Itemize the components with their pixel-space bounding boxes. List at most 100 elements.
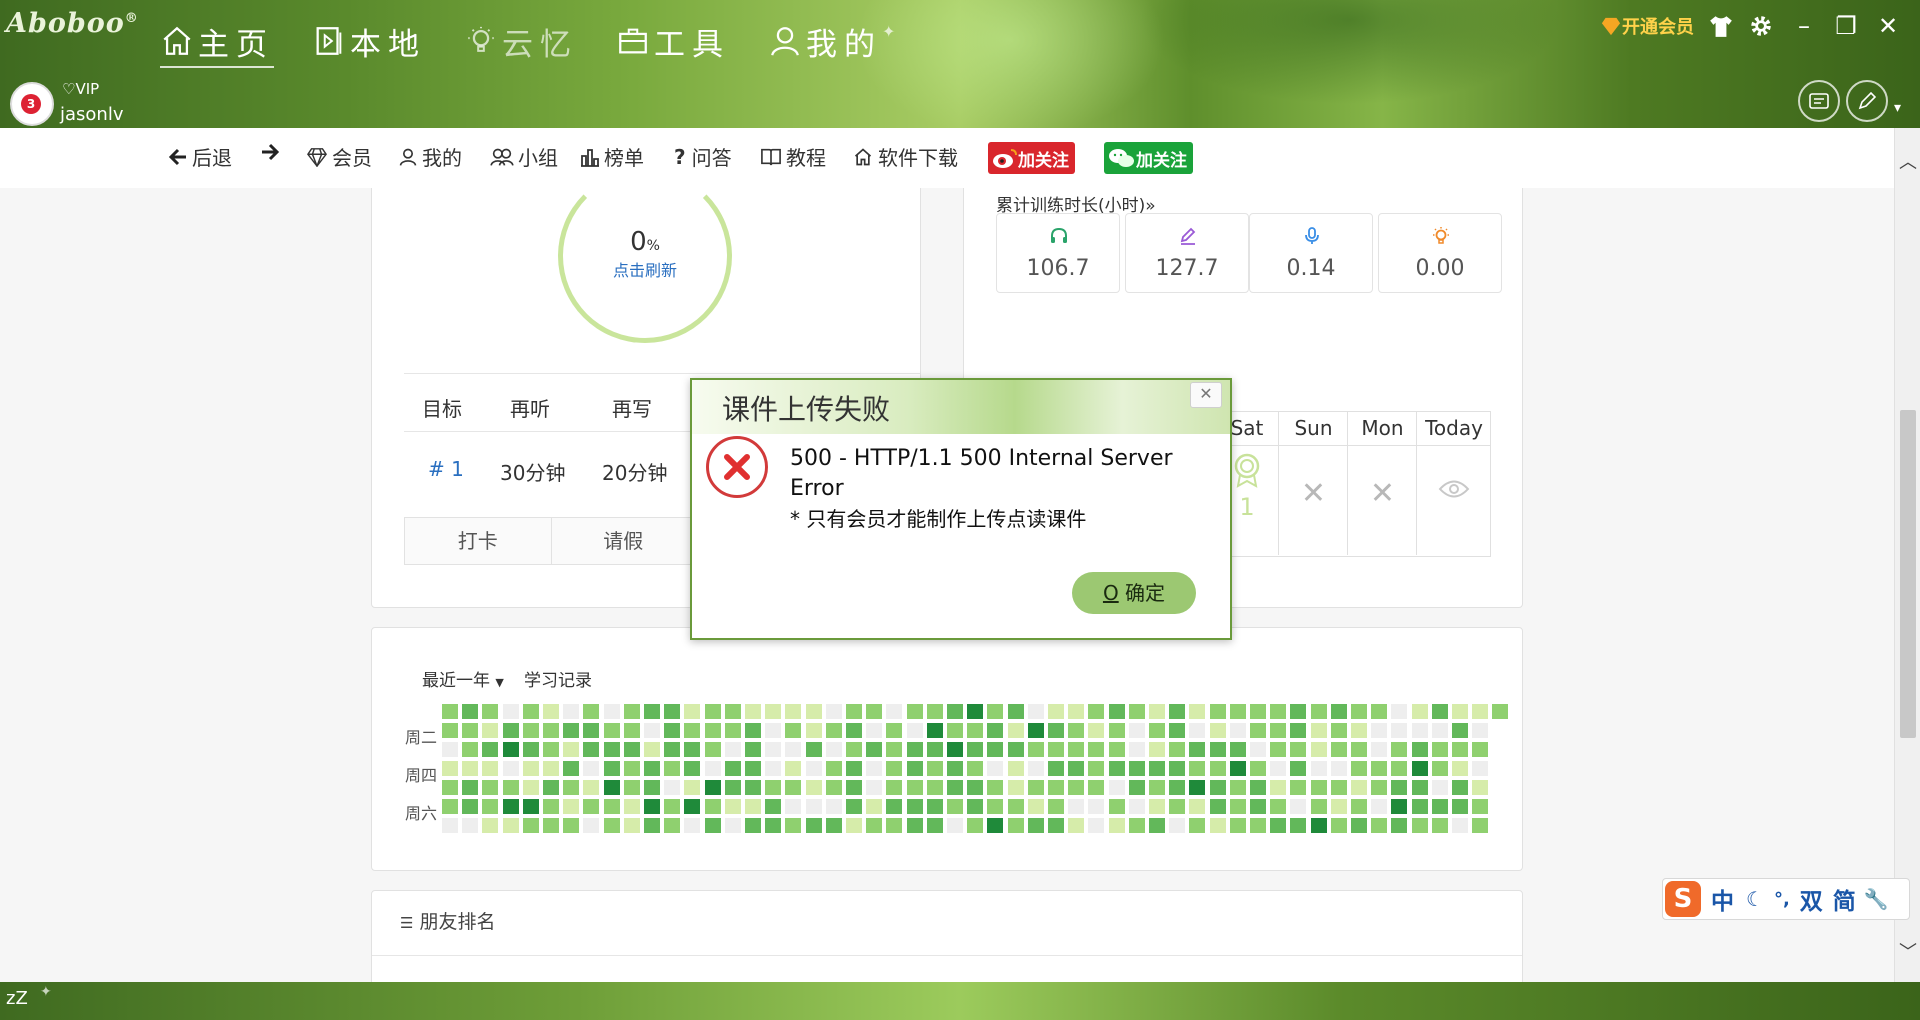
heatmap-cell[interactable] bbox=[1108, 780, 1125, 795]
heatmap-cell[interactable] bbox=[987, 818, 1004, 833]
heatmap-cell[interactable] bbox=[644, 818, 660, 833]
heatmap-cell[interactable] bbox=[805, 704, 822, 719]
heatmap-cell[interactable] bbox=[947, 799, 963, 814]
heatmap-cell[interactable] bbox=[644, 780, 660, 795]
avatar[interactable]: 3 bbox=[10, 82, 54, 126]
heatmap-cell[interactable] bbox=[462, 723, 479, 738]
wrench-icon[interactable]: 🔧 bbox=[1864, 887, 1889, 911]
heatmap-cell[interactable] bbox=[522, 723, 539, 738]
heatmap-cell[interactable] bbox=[704, 818, 721, 833]
heatmap-cell[interactable] bbox=[1250, 799, 1266, 814]
heatmap-cell[interactable] bbox=[1472, 799, 1489, 814]
heatmap-cell[interactable] bbox=[442, 704, 458, 719]
heatmap-cell[interactable] bbox=[947, 818, 963, 833]
heatmap-cell[interactable] bbox=[1310, 742, 1327, 757]
heatmap-cell[interactable] bbox=[846, 761, 862, 776]
heatmap-cell[interactable] bbox=[1229, 799, 1246, 814]
heatmap-cell[interactable] bbox=[1169, 818, 1186, 833]
punctuation-icon[interactable]: °, bbox=[1774, 889, 1790, 910]
heatmap-cell[interactable] bbox=[1492, 704, 1509, 719]
heatmap-cell[interactable] bbox=[1330, 799, 1347, 814]
heatmap-cell[interactable] bbox=[745, 799, 761, 814]
heatmap-cell[interactable] bbox=[947, 704, 963, 719]
heatmap-cell[interactable] bbox=[583, 704, 600, 719]
heatmap-cell[interactable] bbox=[522, 799, 539, 814]
heatmap-cell[interactable] bbox=[1290, 799, 1307, 814]
weibo-follow-button[interactable]: 加关注 bbox=[988, 142, 1075, 174]
heatmap-cell[interactable] bbox=[1027, 742, 1044, 757]
wechat-follow-button[interactable]: 加关注 bbox=[1104, 142, 1193, 174]
heatmap-cell[interactable] bbox=[765, 818, 782, 833]
heatmap-cell[interactable] bbox=[886, 780, 903, 795]
heatmap-cell[interactable] bbox=[765, 780, 782, 795]
heatmap-cell[interactable] bbox=[1452, 742, 1468, 757]
heatmap-cell[interactable] bbox=[1431, 761, 1448, 776]
heatmap-cell[interactable] bbox=[1209, 818, 1226, 833]
heatmap-cell[interactable] bbox=[462, 818, 479, 833]
dictionary-icon[interactable] bbox=[1798, 80, 1840, 122]
heatmap-cell[interactable] bbox=[765, 761, 782, 776]
heatmap-cell[interactable] bbox=[886, 723, 903, 738]
heatmap-cell[interactable] bbox=[846, 780, 862, 795]
heatmap-cell[interactable] bbox=[644, 704, 660, 719]
heatmap-cell[interactable] bbox=[1007, 761, 1024, 776]
ime-mode-chinese[interactable]: 中 bbox=[1711, 882, 1734, 916]
heatmap-cell[interactable] bbox=[1250, 818, 1266, 833]
heatmap-cell[interactable] bbox=[684, 704, 701, 719]
heatmap-cell[interactable] bbox=[1472, 761, 1489, 776]
heatmap-cell[interactable] bbox=[563, 799, 580, 814]
heatmap-cell[interactable] bbox=[603, 704, 620, 719]
heatmap-cell[interactable] bbox=[846, 704, 862, 719]
heatmap-cell[interactable] bbox=[1351, 780, 1367, 795]
heatmap-cell[interactable] bbox=[543, 780, 559, 795]
heatmap-cell[interactable] bbox=[1068, 818, 1085, 833]
heatmap-cell[interactable] bbox=[583, 742, 600, 757]
heatmap-cell[interactable] bbox=[825, 799, 842, 814]
heatmap-cell[interactable] bbox=[1290, 742, 1307, 757]
heatmap-cell[interactable] bbox=[967, 723, 984, 738]
heatmap-cell[interactable] bbox=[1088, 704, 1105, 719]
heatmap-cell[interactable] bbox=[926, 704, 943, 719]
heatmap-cell[interactable] bbox=[543, 704, 559, 719]
heatmap-cell[interactable] bbox=[1209, 742, 1226, 757]
heatmap-cell[interactable] bbox=[1229, 818, 1246, 833]
heatmap-cell[interactable] bbox=[1189, 780, 1206, 795]
heatmap-cell[interactable] bbox=[583, 818, 600, 833]
heatmap-cell[interactable] bbox=[664, 780, 681, 795]
heatmap-cell[interactable] bbox=[1128, 704, 1145, 719]
heatmap-cell[interactable] bbox=[502, 723, 519, 738]
heatmap-cell[interactable] bbox=[1371, 780, 1388, 795]
heatmap-cell[interactable] bbox=[502, 780, 519, 795]
heatmap-cell[interactable] bbox=[825, 704, 842, 719]
heatmap-cell[interactable] bbox=[462, 704, 479, 719]
heatmap-cell[interactable] bbox=[1108, 761, 1125, 776]
heatmap-cell[interactable] bbox=[1068, 704, 1085, 719]
heatmap-cell[interactable] bbox=[1048, 742, 1064, 757]
toolbar-qa[interactable]: ? 问答 bbox=[674, 142, 732, 171]
heatmap-cell[interactable] bbox=[1310, 723, 1327, 738]
heatmap-cell[interactable] bbox=[947, 761, 963, 776]
sogou-logo-icon[interactable]: S bbox=[1665, 881, 1701, 917]
heatmap-cell[interactable] bbox=[1351, 818, 1367, 833]
heatmap-cell[interactable] bbox=[1229, 742, 1246, 757]
heatmap-cell[interactable] bbox=[644, 799, 660, 814]
toolbar-mine[interactable]: 我的 bbox=[398, 142, 462, 171]
heatmap-cell[interactable] bbox=[926, 761, 943, 776]
heatmap-cell[interactable] bbox=[1452, 723, 1468, 738]
heatmap-cell[interactable] bbox=[704, 704, 721, 719]
heatmap-cell[interactable] bbox=[987, 723, 1004, 738]
heatmap-cell[interactable] bbox=[785, 723, 802, 738]
heatmap-cell[interactable] bbox=[623, 818, 640, 833]
nav-cloud[interactable]: 云忆 bbox=[464, 16, 578, 66]
heatmap-cell[interactable] bbox=[442, 818, 458, 833]
heatmap-cell[interactable] bbox=[886, 761, 903, 776]
heatmap-cell[interactable] bbox=[1088, 742, 1105, 757]
heatmap-cell[interactable] bbox=[846, 799, 862, 814]
heatmap-cell[interactable] bbox=[1048, 818, 1064, 833]
heatmap-cell[interactable] bbox=[1411, 742, 1428, 757]
heatmap-cell[interactable] bbox=[1310, 704, 1327, 719]
heatmap-cell[interactable] bbox=[1108, 704, 1125, 719]
heatmap-cell[interactable] bbox=[1209, 723, 1226, 738]
toolbar-member[interactable]: 会员 bbox=[306, 142, 372, 171]
heatmap-cell[interactable] bbox=[1452, 818, 1468, 833]
